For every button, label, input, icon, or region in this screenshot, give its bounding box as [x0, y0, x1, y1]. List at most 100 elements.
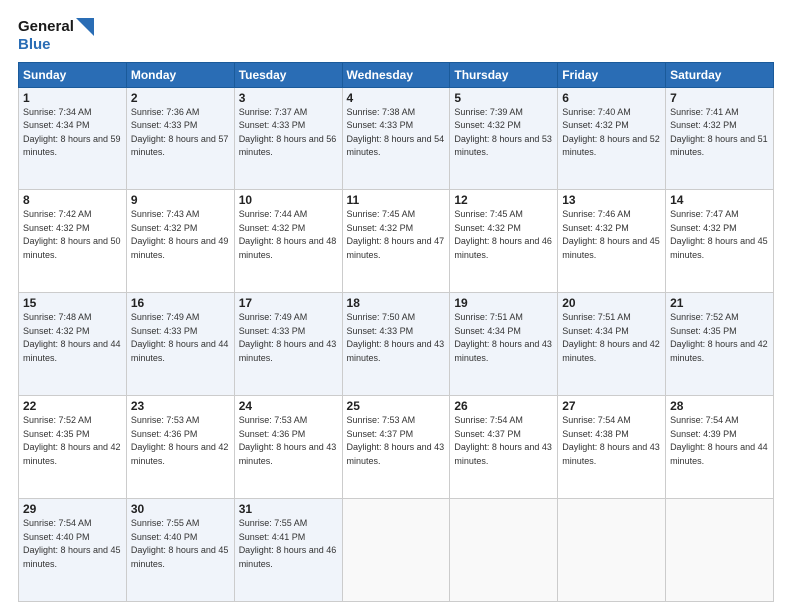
- calendar-cell: 1 Sunrise: 7:34 AMSunset: 4:34 PMDayligh…: [19, 87, 127, 190]
- day-number: 21: [670, 296, 769, 310]
- weekday-header-wednesday: Wednesday: [342, 62, 450, 87]
- calendar-cell: 18 Sunrise: 7:50 AMSunset: 4:33 PMDaylig…: [342, 293, 450, 396]
- day-info: Sunrise: 7:52 AMSunset: 4:35 PMDaylight:…: [670, 312, 768, 363]
- weekday-header-sunday: Sunday: [19, 62, 127, 87]
- day-info: Sunrise: 7:43 AMSunset: 4:32 PMDaylight:…: [131, 209, 229, 260]
- day-info: Sunrise: 7:34 AMSunset: 4:34 PMDaylight:…: [23, 107, 121, 158]
- day-info: Sunrise: 7:52 AMSunset: 4:35 PMDaylight:…: [23, 415, 121, 466]
- calendar-cell: 26 Sunrise: 7:54 AMSunset: 4:37 PMDaylig…: [450, 396, 558, 499]
- calendar-cell: 13 Sunrise: 7:46 AMSunset: 4:32 PMDaylig…: [558, 190, 666, 293]
- day-info: Sunrise: 7:37 AMSunset: 4:33 PMDaylight:…: [239, 107, 337, 158]
- day-info: Sunrise: 7:44 AMSunset: 4:32 PMDaylight:…: [239, 209, 337, 260]
- day-info: Sunrise: 7:54 AMSunset: 4:37 PMDaylight:…: [454, 415, 552, 466]
- day-info: Sunrise: 7:53 AMSunset: 4:36 PMDaylight:…: [131, 415, 229, 466]
- day-number: 27: [562, 399, 661, 413]
- day-number: 10: [239, 193, 338, 207]
- day-info: Sunrise: 7:54 AMSunset: 4:39 PMDaylight:…: [670, 415, 768, 466]
- calendar-cell: 29 Sunrise: 7:54 AMSunset: 4:40 PMDaylig…: [19, 499, 127, 602]
- day-info: Sunrise: 7:53 AMSunset: 4:37 PMDaylight:…: [347, 415, 445, 466]
- day-info: Sunrise: 7:48 AMSunset: 4:32 PMDaylight:…: [23, 312, 121, 363]
- calendar-cell: 6 Sunrise: 7:40 AMSunset: 4:32 PMDayligh…: [558, 87, 666, 190]
- calendar-cell: 2 Sunrise: 7:36 AMSunset: 4:33 PMDayligh…: [126, 87, 234, 190]
- day-number: 7: [670, 91, 769, 105]
- calendar-cell: 4 Sunrise: 7:38 AMSunset: 4:33 PMDayligh…: [342, 87, 450, 190]
- day-info: Sunrise: 7:54 AMSunset: 4:40 PMDaylight:…: [23, 518, 121, 569]
- day-number: 8: [23, 193, 122, 207]
- logo-text: GeneralBlue: [18, 18, 94, 54]
- weekday-header-friday: Friday: [558, 62, 666, 87]
- day-info: Sunrise: 7:45 AMSunset: 4:32 PMDaylight:…: [454, 209, 552, 260]
- calendar-cell: 5 Sunrise: 7:39 AMSunset: 4:32 PMDayligh…: [450, 87, 558, 190]
- day-number: 2: [131, 91, 230, 105]
- logo-blue: Blue: [18, 36, 51, 53]
- day-info: Sunrise: 7:38 AMSunset: 4:33 PMDaylight:…: [347, 107, 445, 158]
- weekday-header-monday: Monday: [126, 62, 234, 87]
- calendar-cell: 24 Sunrise: 7:53 AMSunset: 4:36 PMDaylig…: [234, 396, 342, 499]
- calendar-cell: 19 Sunrise: 7:51 AMSunset: 4:34 PMDaylig…: [450, 293, 558, 396]
- day-info: Sunrise: 7:47 AMSunset: 4:32 PMDaylight:…: [670, 209, 768, 260]
- day-number: 31: [239, 502, 338, 516]
- day-number: 25: [347, 399, 446, 413]
- day-info: Sunrise: 7:55 AMSunset: 4:41 PMDaylight:…: [239, 518, 337, 569]
- day-number: 13: [562, 193, 661, 207]
- calendar-cell: 3 Sunrise: 7:37 AMSunset: 4:33 PMDayligh…: [234, 87, 342, 190]
- logo-general: General: [18, 19, 74, 36]
- day-number: 12: [454, 193, 553, 207]
- calendar-cell: 20 Sunrise: 7:51 AMSunset: 4:34 PMDaylig…: [558, 293, 666, 396]
- day-number: 17: [239, 296, 338, 310]
- day-number: 5: [454, 91, 553, 105]
- day-number: 22: [23, 399, 122, 413]
- day-number: 20: [562, 296, 661, 310]
- day-number: 29: [23, 502, 122, 516]
- day-number: 30: [131, 502, 230, 516]
- calendar-cell: 31 Sunrise: 7:55 AMSunset: 4:41 PMDaylig…: [234, 499, 342, 602]
- day-number: 9: [131, 193, 230, 207]
- calendar-cell: [666, 499, 774, 602]
- day-number: 1: [23, 91, 122, 105]
- day-number: 28: [670, 399, 769, 413]
- day-info: Sunrise: 7:51 AMSunset: 4:34 PMDaylight:…: [562, 312, 660, 363]
- calendar-cell: [450, 499, 558, 602]
- calendar-cell: 30 Sunrise: 7:55 AMSunset: 4:40 PMDaylig…: [126, 499, 234, 602]
- day-info: Sunrise: 7:50 AMSunset: 4:33 PMDaylight:…: [347, 312, 445, 363]
- calendar-cell: 16 Sunrise: 7:49 AMSunset: 4:33 PMDaylig…: [126, 293, 234, 396]
- calendar-cell: 11 Sunrise: 7:45 AMSunset: 4:32 PMDaylig…: [342, 190, 450, 293]
- calendar-cell: 9 Sunrise: 7:43 AMSunset: 4:32 PMDayligh…: [126, 190, 234, 293]
- day-info: Sunrise: 7:51 AMSunset: 4:34 PMDaylight:…: [454, 312, 552, 363]
- day-info: Sunrise: 7:45 AMSunset: 4:32 PMDaylight:…: [347, 209, 445, 260]
- day-number: 6: [562, 91, 661, 105]
- logo-triangle-icon: [76, 18, 94, 36]
- calendar-cell: 21 Sunrise: 7:52 AMSunset: 4:35 PMDaylig…: [666, 293, 774, 396]
- day-info: Sunrise: 7:54 AMSunset: 4:38 PMDaylight:…: [562, 415, 660, 466]
- day-info: Sunrise: 7:49 AMSunset: 4:33 PMDaylight:…: [131, 312, 229, 363]
- calendar-cell: 25 Sunrise: 7:53 AMSunset: 4:37 PMDaylig…: [342, 396, 450, 499]
- calendar-cell: 8 Sunrise: 7:42 AMSunset: 4:32 PMDayligh…: [19, 190, 127, 293]
- calendar-cell: 10 Sunrise: 7:44 AMSunset: 4:32 PMDaylig…: [234, 190, 342, 293]
- day-info: Sunrise: 7:42 AMSunset: 4:32 PMDaylight:…: [23, 209, 121, 260]
- day-info: Sunrise: 7:49 AMSunset: 4:33 PMDaylight:…: [239, 312, 337, 363]
- calendar-table: SundayMondayTuesdayWednesdayThursdayFrid…: [18, 62, 774, 602]
- calendar-page: GeneralBlue SundayMondayTuesdayWednesday…: [0, 0, 792, 612]
- header: GeneralBlue: [18, 18, 774, 54]
- day-info: Sunrise: 7:55 AMSunset: 4:40 PMDaylight:…: [131, 518, 229, 569]
- calendar-cell: 27 Sunrise: 7:54 AMSunset: 4:38 PMDaylig…: [558, 396, 666, 499]
- calendar-cell: 14 Sunrise: 7:47 AMSunset: 4:32 PMDaylig…: [666, 190, 774, 293]
- calendar-cell: [558, 499, 666, 602]
- day-info: Sunrise: 7:39 AMSunset: 4:32 PMDaylight:…: [454, 107, 552, 158]
- weekday-header-tuesday: Tuesday: [234, 62, 342, 87]
- calendar-cell: 7 Sunrise: 7:41 AMSunset: 4:32 PMDayligh…: [666, 87, 774, 190]
- day-number: 16: [131, 296, 230, 310]
- day-info: Sunrise: 7:46 AMSunset: 4:32 PMDaylight:…: [562, 209, 660, 260]
- calendar-cell: 22 Sunrise: 7:52 AMSunset: 4:35 PMDaylig…: [19, 396, 127, 499]
- day-number: 18: [347, 296, 446, 310]
- day-number: 26: [454, 399, 553, 413]
- calendar-cell: 17 Sunrise: 7:49 AMSunset: 4:33 PMDaylig…: [234, 293, 342, 396]
- day-number: 24: [239, 399, 338, 413]
- calendar-cell: 15 Sunrise: 7:48 AMSunset: 4:32 PMDaylig…: [19, 293, 127, 396]
- day-number: 14: [670, 193, 769, 207]
- day-info: Sunrise: 7:40 AMSunset: 4:32 PMDaylight:…: [562, 107, 660, 158]
- day-number: 15: [23, 296, 122, 310]
- calendar-cell: 28 Sunrise: 7:54 AMSunset: 4:39 PMDaylig…: [666, 396, 774, 499]
- calendar-cell: 23 Sunrise: 7:53 AMSunset: 4:36 PMDaylig…: [126, 396, 234, 499]
- calendar-cell: 12 Sunrise: 7:45 AMSunset: 4:32 PMDaylig…: [450, 190, 558, 293]
